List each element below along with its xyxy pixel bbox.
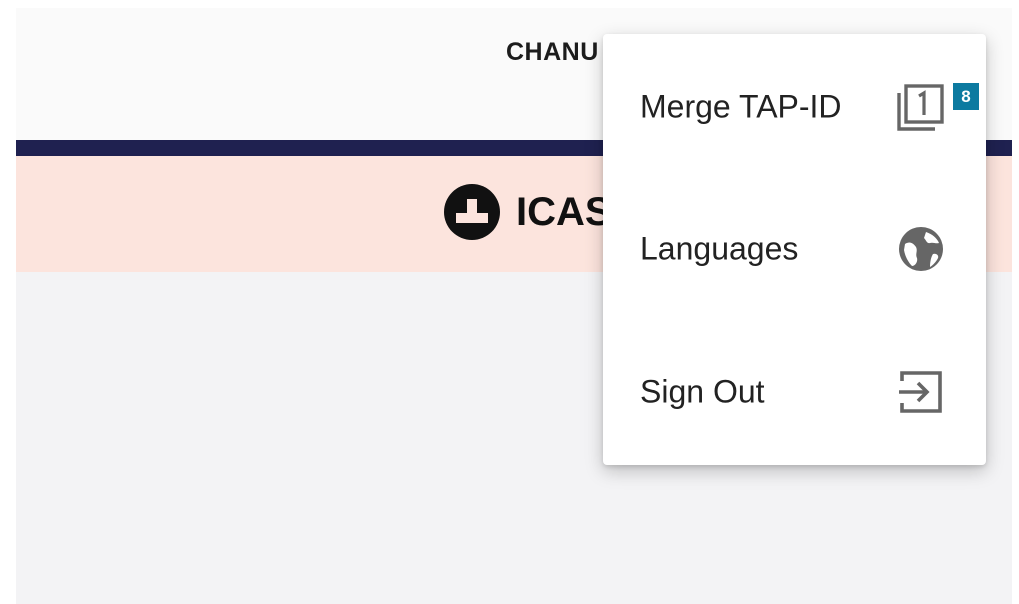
sign-out-icon [896, 367, 946, 417]
notification-badge: 8 [953, 83, 979, 110]
menu-item-languages[interactable]: Languages [603, 194, 986, 304]
filter-1-icon [896, 82, 946, 132]
menu-item-sign-out[interactable]: Sign Out [603, 337, 986, 447]
menu-item-label: Sign Out [640, 373, 765, 410]
menu-item-merge-tap-id[interactable]: Merge TAP-ID [603, 52, 986, 162]
menu-item-label: Languages [640, 230, 799, 267]
user-dropdown-menu: Merge TAP-ID Languages Sign Out [603, 34, 986, 465]
menu-item-label: Merge TAP-ID [640, 88, 842, 125]
globe-icon [896, 224, 946, 274]
user-name[interactable]: CHANU [506, 38, 599, 67]
brand-logo-icon [444, 184, 500, 240]
brand-name: ICAS [516, 190, 612, 234]
